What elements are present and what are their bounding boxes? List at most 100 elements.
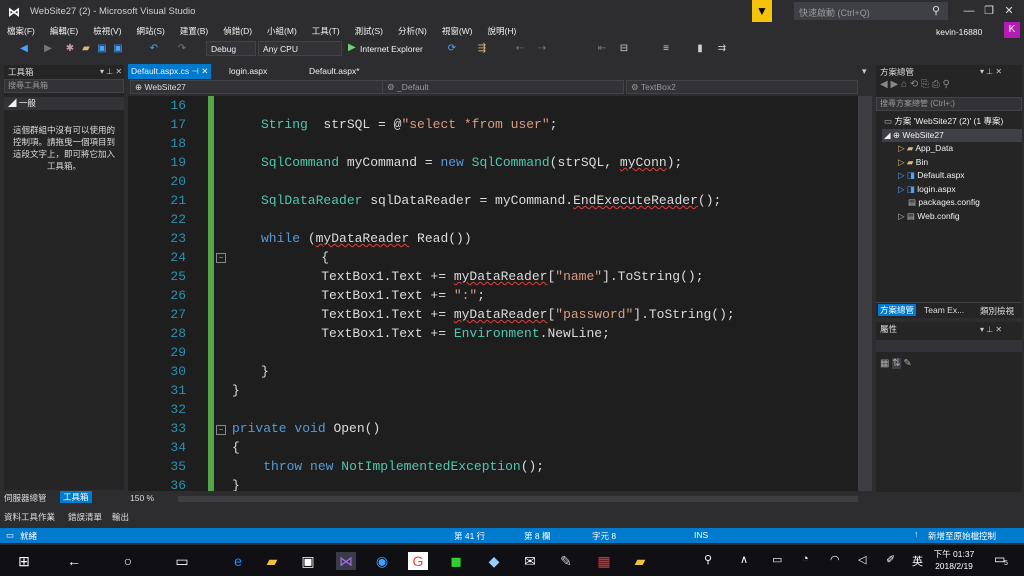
close-button[interactable]: ✕ (998, 2, 1020, 20)
tab-overflow-icon[interactable]: ▾ (862, 66, 867, 77)
menu-test[interactable]: 測試(S) (355, 23, 383, 39)
tree-item-app-data[interactable]: ▷ ▰ App_Data (884, 142, 1022, 156)
menu-website[interactable]: 網站(S) (137, 23, 165, 39)
vertical-scrollbar[interactable] (858, 96, 872, 491)
user-name[interactable]: kevin-16880 (936, 27, 982, 37)
paint-icon[interactable]: ✎ (556, 552, 576, 570)
config-dropdown[interactable]: Debug (206, 41, 256, 56)
tab-default-aspx[interactable]: Default.aspx* (306, 64, 363, 79)
code-line[interactable]: 26 TextBox1.Text += ":"; (128, 286, 858, 305)
undo-icon[interactable]: ↶ (148, 43, 160, 55)
redo-icon[interactable]: ↷ (176, 43, 188, 55)
news-icon[interactable]: ▦ (594, 552, 614, 570)
tab-toolbox[interactable]: 工具箱 (60, 491, 92, 503)
menu-edit[interactable]: 編輯(E) (50, 23, 78, 39)
profile-avatar[interactable]: K (1004, 22, 1020, 38)
nav-forward-icon[interactable]: ⇢ (536, 43, 548, 55)
windows-start-icon[interactable]: ⊞ (14, 552, 34, 570)
solution-root[interactable]: ▭ 方案 'WebSite27 (2)' (1 專案) (884, 115, 1022, 129)
save-icon[interactable]: ▣ (96, 43, 108, 55)
code-line[interactable]: 27 TextBox1.Text += myDataReader["passwo… (128, 305, 858, 324)
store-icon[interactable]: ▣ (298, 552, 318, 570)
feedback-filter-icon[interactable]: ▼ (752, 0, 772, 22)
notes-icon[interactable]: ◆ (484, 552, 504, 570)
back-icon[interactable]: ◀ (18, 43, 30, 55)
tab-error-list[interactable]: 錯誤清單 (68, 511, 102, 523)
properties-pin-icon[interactable]: ▾ ⊥ ✕ (980, 325, 1002, 334)
solution-search-input[interactable]: 搜尋方案總管 (Ctrl+;) (876, 97, 1022, 111)
code-line[interactable]: 17 String strSQL = @"select *from user"; (128, 115, 858, 134)
collapse-while-icon[interactable]: − (216, 253, 226, 263)
restore-button[interactable]: ❐ (978, 2, 1000, 20)
categorized-icon[interactable]: ▦ (880, 358, 889, 369)
code-line[interactable]: 36} (128, 476, 858, 491)
run-icon[interactable]: ▶ (348, 42, 356, 53)
google-icon[interactable]: G (408, 552, 428, 570)
open-icon[interactable]: ▰ (80, 43, 92, 55)
code-line[interactable]: 32 (128, 400, 858, 419)
solution-pin-icon[interactable]: ▾ ⊥ ✕ (980, 67, 1002, 76)
clock-time[interactable]: 下午 01:37 (930, 548, 978, 560)
collapse-open-icon[interactable]: − (216, 425, 226, 435)
forward-icon[interactable]: ▶ (42, 43, 54, 55)
toolbox-group-general[interactable]: ◢ 一般 (4, 97, 124, 110)
mail-icon[interactable]: ✉ (520, 552, 540, 570)
visual-studio-taskbar-icon[interactable]: ⋈ (336, 552, 356, 570)
properties-object-dropdown[interactable] (876, 340, 1022, 352)
code-line[interactable]: 33 private void Open() (128, 419, 858, 438)
edge-icon[interactable]: e (228, 552, 248, 570)
class-dropdown[interactable]: ⚙ _Default (382, 80, 624, 94)
code-editor[interactable]: 16 17 String strSQL = @"select *from user"… (128, 96, 858, 491)
platform-dropdown[interactable]: Any CPU (258, 41, 342, 56)
menu-file[interactable]: 檔案(F) (7, 23, 35, 39)
code-line[interactable]: 34 { (128, 438, 858, 457)
zoom-level[interactable]: 150 % (130, 493, 154, 503)
tree-item-web-config[interactable]: ▷ ▤ Web.config (884, 210, 1022, 224)
menu-help[interactable]: 說明(H) (488, 23, 517, 39)
ime-indicator[interactable]: 英 (912, 553, 923, 569)
volume-icon[interactable]: ◁ (858, 553, 866, 566)
tab-solution-explorer[interactable]: 方案總管 (878, 304, 917, 316)
minimize-button[interactable]: — (958, 2, 980, 20)
refresh-icon[interactable]: ⟳ (446, 43, 458, 55)
alphabetical-icon[interactable]: ⇅ (892, 358, 901, 369)
search-icon[interactable]: ○ (118, 552, 138, 570)
tree-item-login-aspx[interactable]: ▷ ◨ login.aspx (884, 183, 1022, 197)
menu-tools[interactable]: 工具(T) (312, 23, 340, 39)
code-line[interactable]: 24 { (128, 248, 858, 267)
network-icon[interactable]: ◔ (802, 553, 809, 565)
member-dropdown[interactable]: ⚙ TextBox2 (626, 80, 858, 94)
code-line[interactable]: 35 throw new NotImplementedException(); (128, 457, 858, 476)
comment-icon[interactable]: ⇤ (596, 43, 608, 55)
align-icon[interactable]: ⊟ (618, 43, 630, 55)
tab-data-tools[interactable]: 資料工具作業 (4, 511, 55, 523)
task-view-icon[interactable]: ▭ (172, 552, 192, 570)
toolbox-search-input[interactable]: 搜尋工具箱 (4, 79, 124, 93)
bookmark-icon[interactable]: ▮ (694, 43, 706, 55)
code-line[interactable]: 23 while (myDataReader Read()) (128, 229, 858, 248)
pen-icon[interactable]: ✐ (886, 553, 895, 566)
tab-class-view[interactable]: 類別檢視 (980, 305, 1014, 317)
code-line[interactable]: 25 TextBox1.Text += myDataReader["name"]… (128, 267, 858, 286)
publish-icon[interactable]: ↑ (914, 529, 918, 539)
code-line[interactable]: 30} (128, 362, 858, 381)
code-line[interactable]: 22 (128, 210, 858, 229)
nav-back-icon[interactable]: ⇠ (514, 43, 526, 55)
save-all-icon[interactable]: ▣ (112, 43, 124, 55)
menu-team[interactable]: 小組(M) (267, 23, 297, 39)
code-line[interactable]: 16 (128, 96, 858, 115)
next-bookmark-icon[interactable]: ⇉ (716, 43, 728, 55)
line-icon[interactable]: ◼ (446, 552, 466, 570)
tab-login-aspx[interactable]: login.aspx (226, 64, 270, 79)
quick-launch-input[interactable]: 快速啟動 (Ctrl+Q) (794, 2, 948, 20)
tab-team-explorer[interactable]: Team Ex... (924, 305, 964, 315)
media-icon[interactable]: ◉ (372, 552, 392, 570)
horizontal-scrollbar[interactable] (178, 496, 858, 502)
code-line[interactable]: 20 (128, 172, 858, 191)
status-publish[interactable]: 新增至原始檔控制 (928, 530, 996, 542)
run-target-button[interactable]: Internet Explorer (360, 44, 423, 54)
menu-window[interactable]: 視窗(W) (442, 23, 473, 39)
folder-app-icon[interactable]: ▰ (630, 552, 650, 570)
tab-server-explorer[interactable]: 伺服器總管 (4, 492, 47, 504)
menu-debug[interactable]: 偵錯(D) (223, 23, 252, 39)
